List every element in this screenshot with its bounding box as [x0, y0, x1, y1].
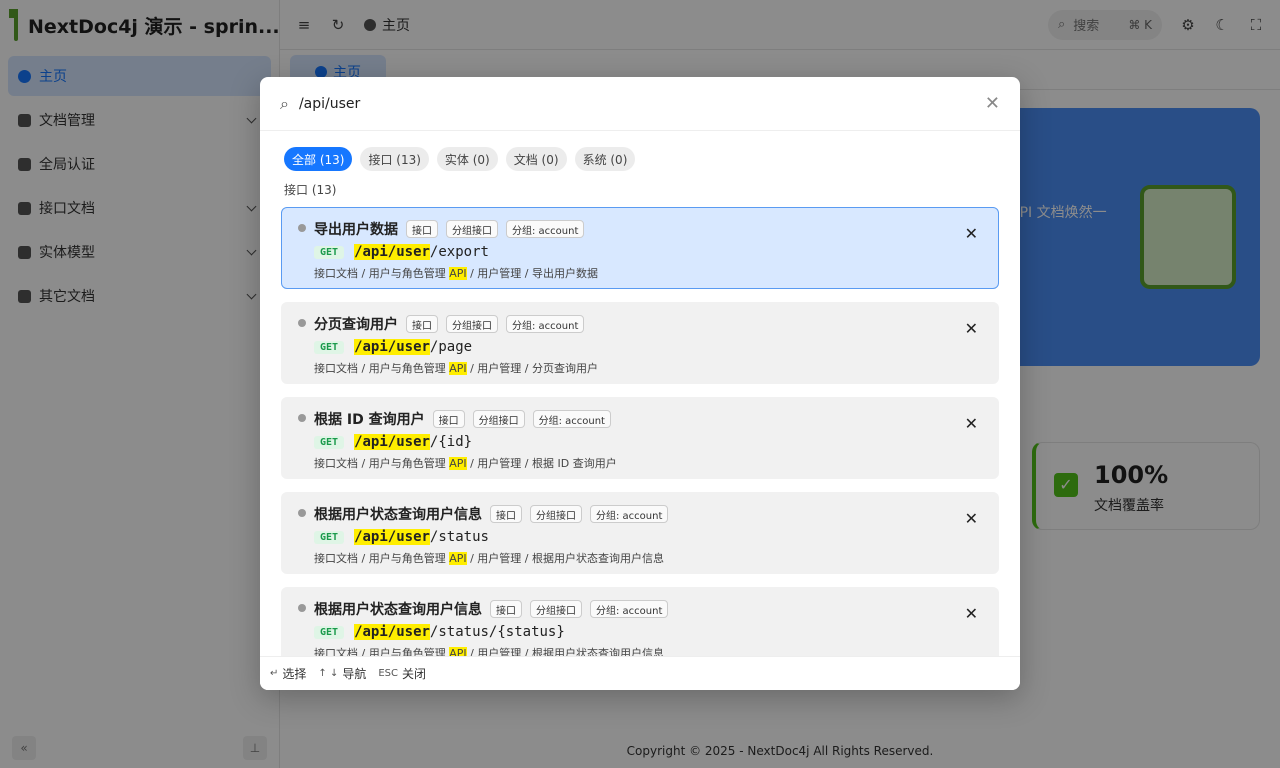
dot-icon [298, 604, 306, 612]
arrow-keys-icon: ↑ ↓ [318, 668, 339, 679]
filter-system[interactable]: 系统 (0) [574, 147, 636, 171]
result-title: 分页查询用户 [314, 317, 398, 333]
dot-icon [298, 224, 306, 232]
search-icon: ⌕ [280, 93, 289, 113]
hint-label: 选择 [282, 667, 307, 681]
hint-label: 导航 [342, 667, 367, 681]
crumb-prefix: 接口文档 / 用户与角色管理 [314, 647, 450, 656]
result-tag: 分组: account [590, 505, 669, 523]
result-list: 导出用户数据 接口 分组接口 分组: account GET /api/user… [260, 207, 1020, 656]
crumb-prefix: 接口文档 / 用户与角色管理 [314, 362, 450, 375]
result-item[interactable]: 根据用户状态查询用户信息 接口 分组接口 分组: account GET /ap… [281, 492, 999, 574]
result-breadcrumb: 接口文档 / 用户与角色管理 API / 用户管理 / 导出用户数据 [314, 265, 998, 281]
path-rest: /page [429, 339, 473, 355]
path-highlight: /api/user [354, 244, 430, 260]
result-item[interactable]: 分页查询用户 接口 分组接口 分组: account GET /api/user… [281, 302, 999, 384]
result-path: /api/user/export [354, 244, 489, 260]
remove-icon[interactable]: ✕ [965, 604, 978, 623]
filter-entity[interactable]: 实体 (0) [436, 147, 498, 171]
result-tag: 分组: account [590, 600, 669, 618]
filter-doc[interactable]: 文档 (0) [505, 147, 567, 171]
path-rest: /export [429, 244, 489, 260]
result-breadcrumb: 接口文档 / 用户与角色管理 API / 用户管理 / 分页查询用户 [314, 360, 998, 376]
crumb-highlight: API [449, 552, 467, 565]
crumb-suffix: / 用户管理 / 分页查询用户 [466, 362, 599, 375]
result-tag: 接口 [490, 600, 522, 618]
filter-all[interactable]: 全部 (13) [284, 147, 353, 171]
result-tag: 接口 [490, 505, 522, 523]
method-badge: GET [314, 435, 345, 449]
result-tag: 接口 [406, 220, 438, 238]
hint-close: ESC 关闭 [378, 665, 426, 682]
crumb-suffix: / 用户管理 / 根据 ID 查询用户 [466, 457, 617, 470]
result-title: 根据用户状态查询用户信息 [314, 602, 482, 618]
crumb-prefix: 接口文档 / 用户与角色管理 [314, 267, 450, 280]
close-icon[interactable]: ✕ [985, 93, 1000, 114]
method-badge: GET [314, 340, 345, 354]
crumb-suffix: / 用户管理 / 根据用户状态查询用户信息 [466, 647, 665, 656]
remove-icon[interactable]: ✕ [965, 224, 978, 243]
result-tag: 分组接口 [446, 315, 498, 333]
result-item[interactable]: 导出用户数据 接口 分组接口 分组: account GET /api/user… [281, 207, 999, 289]
result-path: /api/user/status [354, 529, 489, 545]
crumb-highlight: API [449, 457, 467, 470]
filter-chips: 全部 (13) 接口 (13) 实体 (0) 文档 (0) 系统 (0) [260, 131, 1020, 171]
modal-search-bar: ⌕ ✕ [260, 77, 1020, 131]
result-path: /api/user/{id} [354, 434, 472, 450]
remove-icon[interactable]: ✕ [965, 414, 978, 433]
result-tag: 接口 [432, 410, 465, 428]
path-rest: /status/{status} [429, 624, 565, 640]
crumb-prefix: 接口文档 / 用户与角色管理 [314, 457, 450, 470]
path-highlight: /api/user [354, 624, 430, 640]
method-badge: GET [314, 625, 345, 639]
esc-key-icon: ESC [378, 668, 399, 679]
method-badge: GET [314, 530, 345, 544]
result-title: 根据用户状态查询用户信息 [314, 507, 482, 523]
path-rest: /{id} [429, 434, 473, 450]
remove-icon[interactable]: ✕ [965, 319, 978, 338]
search-input[interactable] [298, 95, 975, 112]
result-tag: 分组: account [506, 315, 585, 333]
result-breadcrumb: 接口文档 / 用户与角色管理 API / 用户管理 / 根据用户状态查询用户信息 [314, 550, 998, 566]
result-tag: 分组: account [532, 410, 611, 428]
crumb-suffix: / 用户管理 / 根据用户状态查询用户信息 [466, 552, 665, 565]
path-highlight: /api/user [354, 529, 430, 545]
hint-navigate: ↑ ↓ 导航 [318, 665, 366, 682]
result-tag: 分组接口 [446, 220, 498, 238]
filter-api[interactable]: 接口 (13) [360, 147, 429, 171]
result-breadcrumb: 接口文档 / 用户与角色管理 API / 用户管理 / 根据 ID 查询用户 [314, 455, 998, 471]
result-tag: 分组接口 [472, 410, 525, 428]
result-breadcrumb: 接口文档 / 用户与角色管理 API / 用户管理 / 根据用户状态查询用户信息 [314, 645, 998, 656]
enter-key-icon: ↵ [270, 668, 279, 679]
result-tag: 分组: account [506, 220, 585, 238]
search-modal: ⌕ ✕ 全部 (13) 接口 (13) 实体 (0) 文档 (0) 系统 (0)… [260, 77, 1020, 690]
path-highlight: /api/user [354, 339, 430, 355]
result-title: 导出用户数据 [314, 222, 398, 238]
remove-icon[interactable]: ✕ [965, 509, 978, 528]
hint-label: 关闭 [402, 667, 427, 681]
crumb-suffix: / 用户管理 / 导出用户数据 [466, 267, 599, 280]
result-item[interactable]: 根据用户状态查询用户信息 接口 分组接口 分组: account GET /ap… [281, 587, 999, 656]
dot-icon [298, 319, 306, 327]
modal-footer: ↵ 选择 ↑ ↓ 导航 ESC 关闭 [260, 656, 1020, 690]
dot-icon [298, 509, 306, 517]
result-tag: 分组接口 [530, 505, 582, 523]
result-path: /api/user/page [354, 339, 472, 355]
path-rest: /status [429, 529, 489, 545]
result-tag: 接口 [406, 315, 438, 333]
crumb-highlight: API [449, 362, 467, 375]
method-badge: GET [314, 245, 345, 259]
crumb-highlight: API [449, 647, 467, 656]
group-title: 接口 (13) [284, 183, 337, 197]
dot-icon [298, 414, 306, 422]
result-tag: 分组接口 [530, 600, 582, 618]
result-item[interactable]: 根据 ID 查询用户 接口 分组接口 分组: account GET /api/… [281, 397, 999, 479]
result-title: 根据 ID 查询用户 [314, 412, 425, 428]
crumb-prefix: 接口文档 / 用户与角色管理 [314, 552, 450, 565]
path-highlight: /api/user [354, 434, 430, 450]
crumb-highlight: API [449, 267, 467, 280]
result-path: /api/user/status/{status} [354, 624, 565, 640]
hint-select: ↵ 选择 [270, 665, 306, 682]
